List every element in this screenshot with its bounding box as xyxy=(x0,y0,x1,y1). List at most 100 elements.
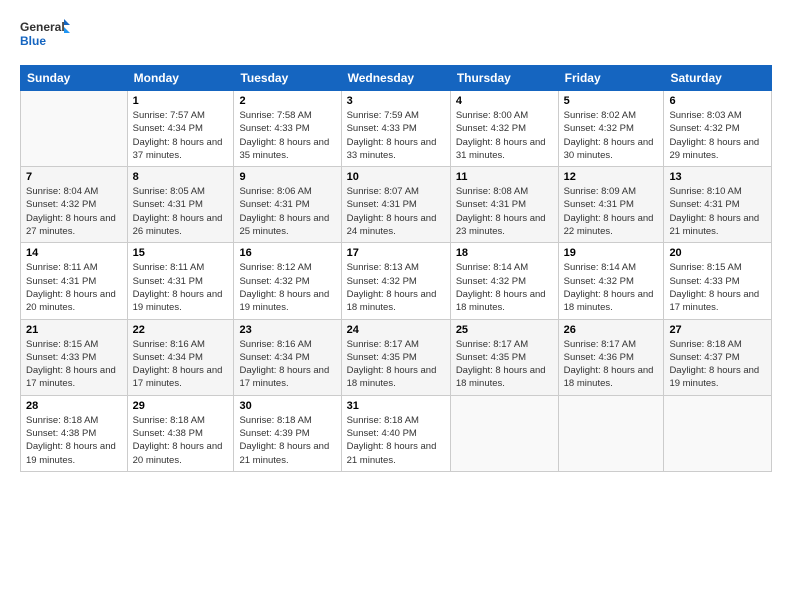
day-info: Sunrise: 8:17 AMSunset: 4:35 PMDaylight:… xyxy=(456,338,553,391)
day-info: Sunrise: 7:59 AMSunset: 4:33 PMDaylight:… xyxy=(347,109,445,162)
weekday-header: Monday xyxy=(127,66,234,91)
weekday-header: Wednesday xyxy=(341,66,450,91)
day-number: 7 xyxy=(26,171,122,183)
day-info: Sunrise: 8:06 AMSunset: 4:31 PMDaylight:… xyxy=(239,185,335,238)
day-number: 8 xyxy=(133,171,229,183)
calendar-cell: 7 Sunrise: 8:04 AMSunset: 4:32 PMDaylight… xyxy=(21,167,128,243)
day-number: 25 xyxy=(456,324,553,336)
calendar-cell: 17Sunrise: 8:13 AMSunset: 4:32 PMDayligh… xyxy=(341,243,450,319)
calendar-cell: 3 Sunrise: 7:59 AMSunset: 4:33 PMDaylight… xyxy=(341,91,450,167)
calendar-cell: 11 Sunrise: 8:08 AMSunset: 4:31 PMDayligh… xyxy=(450,167,558,243)
calendar-cell: 16 Sunrise: 8:12 AMSunset: 4:32 PMDayligh… xyxy=(234,243,341,319)
calendar-cell: 8 Sunrise: 8:05 AMSunset: 4:31 PMDaylight… xyxy=(127,167,234,243)
day-number: 1 xyxy=(133,95,229,107)
day-number: 6 xyxy=(669,95,766,107)
day-info: Sunrise: 8:15 AMSunset: 4:33 PMDaylight:… xyxy=(669,261,766,314)
calendar-cell: 27 Sunrise: 8:18 AMSunset: 4:37 PMDayligh… xyxy=(664,319,772,395)
day-info: Sunrise: 8:17 AMSunset: 4:36 PMDaylight:… xyxy=(564,338,659,391)
day-info: Sunrise: 8:18 AMSunset: 4:38 PMDaylight:… xyxy=(133,414,229,467)
calendar-week-row: 7 Sunrise: 8:04 AMSunset: 4:32 PMDaylight… xyxy=(21,167,772,243)
calendar-cell xyxy=(450,395,558,471)
day-info: Sunrise: 8:08 AMSunset: 4:31 PMDaylight:… xyxy=(456,185,553,238)
day-number: 12 xyxy=(564,171,659,183)
day-number: 17 xyxy=(347,247,445,259)
calendar-cell: 6 Sunrise: 8:03 AMSunset: 4:32 PMDaylight… xyxy=(664,91,772,167)
weekday-header: Sunday xyxy=(21,66,128,91)
day-info: Sunrise: 8:11 AMSunset: 4:31 PMDaylight:… xyxy=(26,261,122,314)
calendar-cell: 21Sunrise: 8:15 AMSunset: 4:33 PMDayligh… xyxy=(21,319,128,395)
day-info: Sunrise: 7:58 AMSunset: 4:33 PMDaylight:… xyxy=(239,109,335,162)
calendar-cell: 9 Sunrise: 8:06 AMSunset: 4:31 PMDaylight… xyxy=(234,167,341,243)
day-number: 22 xyxy=(133,324,229,336)
calendar-cell: 26 Sunrise: 8:17 AMSunset: 4:36 PMDayligh… xyxy=(558,319,664,395)
calendar-cell: 1 Sunrise: 7:57 AMSunset: 4:34 PMDaylight… xyxy=(127,91,234,167)
header-row: SundayMondayTuesdayWednesdayThursdayFrid… xyxy=(21,66,772,91)
day-info: Sunrise: 8:05 AMSunset: 4:31 PMDaylight:… xyxy=(133,185,229,238)
day-info: Sunrise: 8:00 AMSunset: 4:32 PMDaylight:… xyxy=(456,109,553,162)
calendar-cell: 2 Sunrise: 7:58 AMSunset: 4:33 PMDaylight… xyxy=(234,91,341,167)
day-info: Sunrise: 8:04 AMSunset: 4:32 PMDaylight:… xyxy=(26,185,122,238)
day-number: 4 xyxy=(456,95,553,107)
day-number: 28 xyxy=(26,400,122,412)
calendar-cell: 4 Sunrise: 8:00 AMSunset: 4:32 PMDaylight… xyxy=(450,91,558,167)
calendar-cell: 29 Sunrise: 8:18 AMSunset: 4:38 PMDayligh… xyxy=(127,395,234,471)
day-info: Sunrise: 8:07 AMSunset: 4:31 PMDaylight:… xyxy=(347,185,445,238)
calendar-cell: 28Sunrise: 8:18 AMSunset: 4:38 PMDayligh… xyxy=(21,395,128,471)
calendar-week-row: 14Sunrise: 8:11 AMSunset: 4:31 PMDayligh… xyxy=(21,243,772,319)
calendar-cell: 10 Sunrise: 8:07 AMSunset: 4:31 PMDayligh… xyxy=(341,167,450,243)
weekday-header: Tuesday xyxy=(234,66,341,91)
day-number: 16 xyxy=(239,247,335,259)
day-info: Sunrise: 8:14 AMSunset: 4:32 PMDaylight:… xyxy=(564,261,659,314)
calendar-cell: 14Sunrise: 8:11 AMSunset: 4:31 PMDayligh… xyxy=(21,243,128,319)
calendar-week-row: 28 Sunrise: 8:18 AMSunset: 4:38 PMDayligh… xyxy=(21,395,772,471)
day-info: Sunrise: 8:15 AMSunset: 4:33 PMDaylight:… xyxy=(26,338,122,391)
calendar-cell: 15Sunrise: 8:11 AMSunset: 4:31 PMDayligh… xyxy=(127,243,234,319)
svg-text:General: General xyxy=(20,20,65,34)
calendar-cell: 23 Sunrise: 8:16 AMSunset: 4:34 PMDayligh… xyxy=(234,319,341,395)
day-info: Sunrise: 8:02 AMSunset: 4:32 PMDaylight:… xyxy=(564,109,659,162)
day-number: 13 xyxy=(669,171,766,183)
day-info: Sunrise: 8:09 AMSunset: 4:31 PMDaylight:… xyxy=(564,185,659,238)
day-info: Sunrise: 8:10 AMSunset: 4:31 PMDaylight:… xyxy=(669,185,766,238)
logo-svg: General Blue xyxy=(20,15,70,55)
calendar-cell: 25 Sunrise: 8:17 AMSunset: 4:35 PMDayligh… xyxy=(450,319,558,395)
day-info: Sunrise: 8:18 AMSunset: 4:37 PMDaylight:… xyxy=(669,338,766,391)
calendar-table: SundayMondayTuesdayWednesdayThursdayFrid… xyxy=(20,65,772,472)
header: General Blue xyxy=(20,15,772,55)
day-number: 18 xyxy=(456,247,553,259)
day-info: Sunrise: 8:18 AMSunset: 4:40 PMDaylight:… xyxy=(347,414,445,467)
day-info: Sunrise: 8:16 AMSunset: 4:34 PMDaylight:… xyxy=(239,338,335,391)
calendar-cell: 30Sunrise: 8:18 AMSunset: 4:39 PMDayligh… xyxy=(234,395,341,471)
weekday-header: Saturday xyxy=(664,66,772,91)
calendar-cell: 12 Sunrise: 8:09 AMSunset: 4:31 PMDayligh… xyxy=(558,167,664,243)
day-number: 23 xyxy=(239,324,335,336)
calendar-cell: 22 Sunrise: 8:16 AMSunset: 4:34 PMDayligh… xyxy=(127,319,234,395)
day-number: 20 xyxy=(669,247,766,259)
day-number: 9 xyxy=(239,171,335,183)
day-number: 29 xyxy=(133,400,229,412)
day-number: 2 xyxy=(239,95,335,107)
day-number: 11 xyxy=(456,171,553,183)
day-info: Sunrise: 8:03 AMSunset: 4:32 PMDaylight:… xyxy=(669,109,766,162)
calendar-cell: 19Sunrise: 8:14 AMSunset: 4:32 PMDayligh… xyxy=(558,243,664,319)
weekday-header: Thursday xyxy=(450,66,558,91)
day-number: 27 xyxy=(669,324,766,336)
day-info: Sunrise: 7:57 AMSunset: 4:34 PMDaylight:… xyxy=(133,109,229,162)
calendar-cell: 31Sunrise: 8:18 AMSunset: 4:40 PMDayligh… xyxy=(341,395,450,471)
svg-text:Blue: Blue xyxy=(20,34,46,48)
calendar-cell xyxy=(558,395,664,471)
day-number: 26 xyxy=(564,324,659,336)
calendar-cell: 5 Sunrise: 8:02 AMSunset: 4:32 PMDaylight… xyxy=(558,91,664,167)
day-info: Sunrise: 8:16 AMSunset: 4:34 PMDaylight:… xyxy=(133,338,229,391)
day-number: 24 xyxy=(347,324,445,336)
day-number: 5 xyxy=(564,95,659,107)
day-number: 3 xyxy=(347,95,445,107)
day-number: 30 xyxy=(239,400,335,412)
calendar-week-row: 1 Sunrise: 7:57 AMSunset: 4:34 PMDaylight… xyxy=(21,91,772,167)
calendar-cell: 20 Sunrise: 8:15 AMSunset: 4:33 PMDayligh… xyxy=(664,243,772,319)
main-container: General Blue SundayMondayTuesdayWednesda… xyxy=(0,0,792,482)
day-info: Sunrise: 8:12 AMSunset: 4:32 PMDaylight:… xyxy=(239,261,335,314)
logo: General Blue xyxy=(20,15,70,55)
day-number: 10 xyxy=(347,171,445,183)
day-info: Sunrise: 8:11 AMSunset: 4:31 PMDaylight:… xyxy=(133,261,229,314)
